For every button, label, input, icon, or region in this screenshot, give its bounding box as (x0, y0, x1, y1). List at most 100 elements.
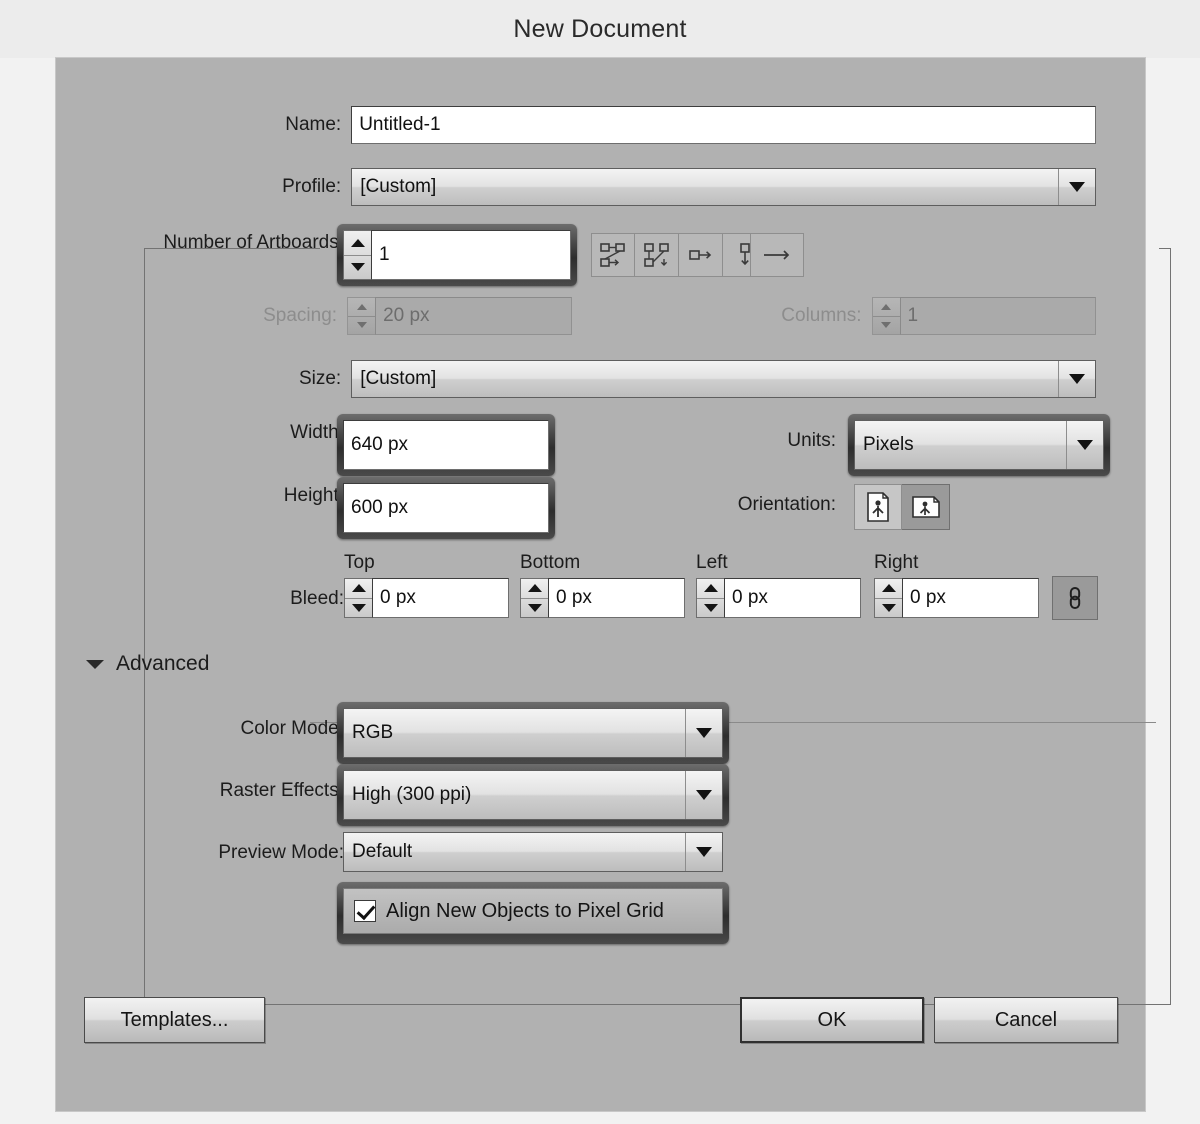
bleed-right-stepper-group[interactable]: 0 px (874, 578, 1039, 618)
bleed-bottom-header: Bottom (520, 552, 581, 573)
profile-value: [Custom] (360, 176, 437, 197)
preview-mode-label: Preview Mode: (218, 842, 344, 863)
triangle-up-icon (351, 584, 366, 593)
triangle-up-icon (350, 238, 365, 247)
align-pixel-grid-checkbox[interactable] (354, 900, 376, 922)
color-mode-dropdown-arrow[interactable] (685, 709, 722, 757)
bleed-left-input[interactable]: 0 px (724, 578, 861, 618)
bleed-bottom-stepper-down[interactable] (521, 597, 548, 618)
size-dropdown-arrow[interactable] (1058, 361, 1095, 397)
preview-mode-dropdown-arrow[interactable] (685, 833, 722, 871)
bleed-left-stepper-up[interactable] (697, 579, 724, 598)
orientation-landscape-button[interactable] (902, 484, 950, 530)
triangle-up-icon (703, 584, 718, 593)
arrange-single-row-icon-button[interactable] (679, 233, 723, 277)
link-chain-icon (1069, 586, 1081, 610)
align-pixel-grid-checkbox-row[interactable]: Align New Objects to Pixel Grid (343, 888, 723, 934)
arrange-by-column-icon-button[interactable] (635, 233, 679, 277)
bleed-right-header: Right (874, 552, 919, 573)
bleed-right-stepper-down[interactable] (875, 597, 902, 618)
bleed-right-stepper[interactable] (874, 578, 902, 618)
raster-effects-dropdown[interactable]: High (300 ppi) (343, 770, 723, 820)
group-frame-top-right-segment (1159, 248, 1171, 249)
height-input[interactable]: 600 px (343, 483, 549, 533)
advanced-section-label: Advanced (116, 652, 210, 675)
flow-direction-button[interactable] (750, 233, 804, 277)
arrange-by-row-icon-button[interactable] (591, 233, 635, 277)
ok-button[interactable]: OK (740, 997, 924, 1043)
arrange-single-row-icon (688, 250, 711, 260)
cancel-button[interactable]: Cancel (934, 997, 1118, 1043)
color-mode-focus-ring: RGB (337, 702, 729, 764)
profile-dropdown-arrow[interactable] (1058, 169, 1095, 205)
artboards-stepper[interactable] (343, 230, 371, 280)
bleed-right-stepper-up[interactable] (875, 579, 902, 598)
artboards-stepper-up[interactable] (344, 231, 371, 255)
raster-effects-label: Raster Effects: (219, 780, 344, 801)
chevron-down-icon (1069, 182, 1085, 192)
width-input[interactable]: 640 px (343, 420, 549, 470)
triangle-down-icon (703, 603, 718, 612)
bleed-right-input[interactable]: 0 px (902, 578, 1039, 618)
flow-direction-button-wrap (750, 233, 804, 277)
units-dropdown-arrow[interactable] (1066, 421, 1103, 469)
bleed-bottom-stepper-group[interactable]: 0 px (520, 578, 685, 618)
bleed-bottom-stepper[interactable] (520, 578, 548, 618)
bleed-link-toggle[interactable] (1052, 576, 1098, 620)
align-pixel-grid-focus-ring: Align New Objects to Pixel Grid (337, 882, 729, 944)
units-label: Units: (787, 430, 836, 451)
units-focus-ring: Pixels (848, 414, 1110, 476)
units-dropdown[interactable]: Pixels (854, 420, 1104, 470)
artboards-stepper-group[interactable]: 1 (343, 230, 571, 280)
triangle-up-icon (356, 303, 367, 310)
profile-dropdown[interactable]: [Custom] (351, 168, 1096, 206)
advanced-section-toggle[interactable]: Advanced (86, 652, 209, 676)
triangle-down-icon (356, 322, 367, 329)
dialog-titlebar: New Document (0, 0, 1200, 58)
bleed-top-stepper-down[interactable] (345, 597, 372, 618)
bleed-top-stepper[interactable] (344, 578, 372, 618)
templates-button[interactable]: Templates... (84, 997, 265, 1043)
artboards-input[interactable]: 1 (371, 230, 571, 280)
bleed-label: Bleed: (290, 588, 344, 609)
bleed-top-header: Top (344, 552, 375, 573)
triangle-up-icon (527, 584, 542, 593)
columns-stepper (871, 297, 900, 335)
size-value: [Custom] (360, 368, 437, 389)
raster-effects-dropdown-arrow[interactable] (685, 771, 722, 819)
triangle-down-icon (527, 603, 542, 612)
height-label: Height: (283, 485, 344, 506)
spacing-row: Spacing: 20 px Columns: 1 (56, 297, 1096, 335)
size-dropdown[interactable]: [Custom] (351, 360, 1096, 398)
left-to-right-flow-icon (764, 250, 790, 260)
artboards-stepper-down[interactable] (344, 254, 371, 280)
height-focus-ring: 600 px (337, 477, 555, 539)
columns-stepper-up (873, 298, 900, 316)
bleed-left-stepper[interactable] (696, 578, 724, 618)
chevron-down-icon (696, 847, 712, 857)
orientation-portrait-button[interactable] (854, 484, 902, 530)
bleed-bottom-stepper-up[interactable] (521, 579, 548, 598)
name-input[interactable]: Untitled-1 (351, 106, 1096, 144)
bleed-left-stepper-group[interactable]: 0 px (696, 578, 861, 618)
bleed-top-input[interactable]: 0 px (372, 578, 509, 618)
bleed-left-header: Left (696, 552, 728, 573)
bleed-left-stepper-down[interactable] (697, 597, 724, 618)
preview-mode-value: Default (352, 841, 413, 862)
columns-input: 1 (899, 297, 1096, 335)
chevron-down-icon (696, 728, 712, 738)
artboard-arrangement-buttons (591, 233, 767, 277)
bleed-top-stepper-up[interactable] (345, 579, 372, 598)
width-row: Width: (56, 422, 356, 444)
chevron-down-icon (86, 659, 104, 669)
dialog-body: Name: Untitled-1 Profile: [Custom] Numbe… (56, 58, 1171, 1111)
orientation-label: Orientation: (737, 494, 836, 515)
artboards-focus-ring: 1 (337, 224, 577, 286)
color-mode-dropdown[interactable]: RGB (343, 708, 723, 758)
width-label: Width: (290, 422, 344, 443)
chevron-down-icon (1077, 440, 1093, 450)
bleed-bottom-input[interactable]: 0 px (548, 578, 685, 618)
arrange-by-column-icon (643, 243, 669, 267)
preview-mode-dropdown[interactable]: Default (343, 832, 723, 872)
bleed-top-stepper-group[interactable]: 0 px (344, 578, 509, 618)
